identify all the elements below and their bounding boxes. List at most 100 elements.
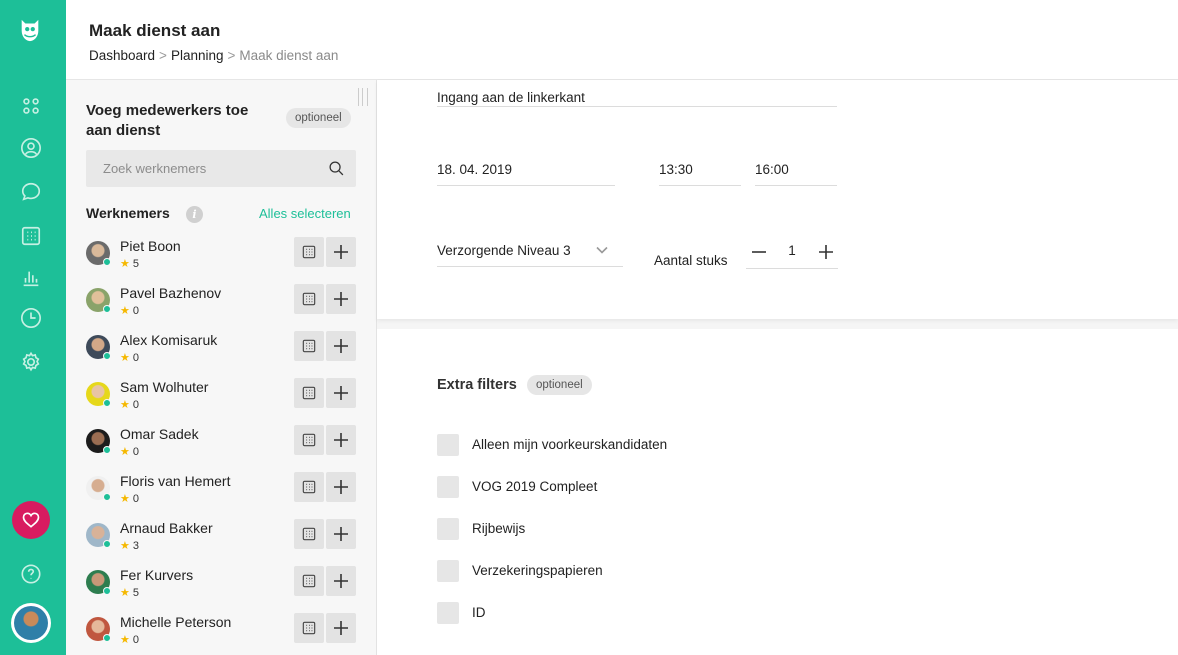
- plus-icon: [334, 339, 348, 353]
- employee-name: Pavel Bazhenov: [120, 285, 222, 301]
- employee-name: Arnaud Bakker: [120, 520, 213, 536]
- calendar-grid-icon: [302, 527, 316, 541]
- employee-name: Alex Komisaruk: [120, 332, 218, 348]
- schedule-button[interactable]: [294, 566, 324, 596]
- owl-logo-icon[interactable]: [18, 18, 42, 42]
- increment-button[interactable]: [815, 241, 837, 263]
- star-icon: ★: [120, 258, 130, 270]
- calendar-grid-icon[interactable]: [19, 224, 43, 248]
- dashboard-grid-icon[interactable]: [19, 94, 43, 118]
- list-item: Floris van Hemert ★ 0: [66, 468, 376, 515]
- calendar-grid-icon: [302, 574, 316, 588]
- plus-icon: [334, 245, 348, 259]
- add-employee-button[interactable]: [326, 519, 356, 549]
- employee-rating: ★ 5: [120, 258, 139, 270]
- add-employee-button[interactable]: [326, 378, 356, 408]
- checkbox[interactable]: [437, 560, 459, 582]
- breadcrumb-dashboard[interactable]: Dashboard: [89, 48, 155, 63]
- calendar-grid-icon: [302, 292, 316, 306]
- employee-name: Omar Sadek: [120, 426, 199, 442]
- schedule-button[interactable]: [294, 378, 324, 408]
- add-employee-button[interactable]: [326, 613, 356, 643]
- employee-name: Michelle Peterson: [120, 614, 232, 630]
- clock-icon[interactable]: [19, 306, 43, 330]
- search-icon[interactable]: [328, 160, 345, 177]
- star-icon: ★: [120, 399, 130, 411]
- page-title: Maak dienst aan: [89, 21, 221, 40]
- calendar-grid-icon: [302, 433, 316, 447]
- online-status-dot: [103, 399, 111, 407]
- level-select[interactable]: Verzorgende Niveau 3: [437, 243, 623, 267]
- filter-label: Verzekeringspapieren: [472, 563, 603, 578]
- checkbox[interactable]: [437, 518, 459, 540]
- help-question-icon[interactable]: [19, 562, 43, 586]
- favorites-heart-button[interactable]: [12, 501, 50, 539]
- employees-heading: Werknemers: [86, 205, 170, 221]
- star-icon: ★: [120, 352, 130, 364]
- start-time-field[interactable]: 13:30: [659, 162, 741, 186]
- schedule-button[interactable]: [294, 237, 324, 267]
- add-employee-button[interactable]: [326, 472, 356, 502]
- breadcrumb-current: Maak dienst aan: [239, 48, 339, 63]
- online-status-dot: [103, 634, 111, 642]
- main-content: Ingang aan de linkerkant 18. 04. 2019 13…: [377, 80, 1178, 655]
- schedule-button[interactable]: [294, 519, 324, 549]
- schedule-button[interactable]: [294, 613, 324, 643]
- heart-icon: [22, 512, 40, 528]
- schedule-button[interactable]: [294, 331, 324, 361]
- online-status-dot: [103, 258, 111, 266]
- add-employee-button[interactable]: [326, 284, 356, 314]
- breadcrumb-planning[interactable]: Planning: [171, 48, 224, 63]
- side-rail: [0, 0, 66, 655]
- list-item: Omar Sadek ★ 0: [66, 421, 376, 468]
- add-employee-button[interactable]: [326, 237, 356, 267]
- settings-gear-icon[interactable]: [19, 350, 43, 374]
- filter-label: ID: [472, 605, 486, 620]
- calendar-grid-icon: [302, 480, 316, 494]
- employee-rating: ★ 0: [120, 446, 139, 458]
- schedule-button[interactable]: [294, 284, 324, 314]
- filters-title: Extra filters: [437, 377, 517, 393]
- checkbox[interactable]: [437, 434, 459, 456]
- schedule-button[interactable]: [294, 425, 324, 455]
- info-icon[interactable]: i: [186, 206, 203, 223]
- online-status-dot: [103, 493, 111, 501]
- chat-bubble-icon[interactable]: [19, 180, 43, 204]
- online-status-dot: [103, 587, 111, 595]
- add-employee-button[interactable]: [326, 566, 356, 596]
- plus-icon: [334, 574, 348, 588]
- employee-name: Piet Boon: [120, 238, 181, 254]
- checkbox[interactable]: [437, 602, 459, 624]
- statistics-bar-icon[interactable]: [19, 266, 43, 290]
- user-profile-icon[interactable]: [19, 136, 43, 160]
- add-employee-button[interactable]: [326, 425, 356, 455]
- star-icon: ★: [120, 493, 130, 505]
- filter-label: Alleen mijn voorkeurskandidaten: [472, 437, 668, 452]
- select-all-link[interactable]: Alles selecteren: [259, 206, 351, 221]
- list-item: Piet Boon ★ 5: [66, 233, 376, 280]
- add-employee-button[interactable]: [326, 331, 356, 361]
- online-status-dot: [103, 305, 111, 313]
- plus-icon: [334, 527, 348, 541]
- checkbox[interactable]: [437, 476, 459, 498]
- employee-name: Fer Kurvers: [120, 567, 194, 583]
- list-item: Pavel Bazhenov ★ 0: [66, 280, 376, 327]
- plus-icon: [334, 621, 348, 635]
- online-status-dot: [103, 540, 111, 548]
- employee-search-input[interactable]: [86, 150, 316, 187]
- date-field[interactable]: 18. 04. 2019: [437, 162, 615, 186]
- schedule-button[interactable]: [294, 472, 324, 502]
- breadcrumb-separator: >: [227, 48, 236, 63]
- level-select-value: Verzorgende Niveau 3: [437, 243, 571, 258]
- online-status-dot: [103, 352, 111, 360]
- entrance-field[interactable]: Ingang aan de linkerkant: [437, 90, 837, 107]
- resize-handle[interactable]: [358, 88, 368, 106]
- end-time-field[interactable]: 16:00: [755, 162, 837, 186]
- employee-rating: ★ 0: [120, 399, 139, 411]
- plus-icon: [334, 433, 348, 447]
- online-status-dot: [103, 446, 111, 454]
- extra-filters-card: Extra filters optioneel Alleen mijn voor…: [377, 329, 1178, 655]
- employee-name: Sam Wolhuter: [120, 379, 209, 395]
- current-user-avatar[interactable]: [11, 603, 51, 643]
- employee-rating: ★ 0: [120, 493, 139, 505]
